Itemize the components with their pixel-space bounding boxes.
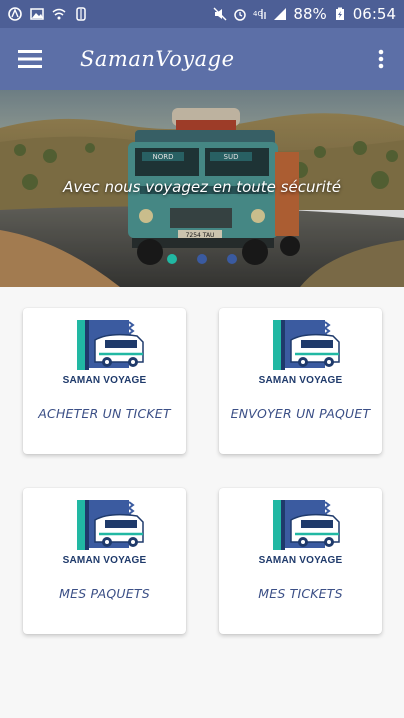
cell-signal-icon	[274, 8, 287, 20]
card-label: ENVOYER UN PAQUET	[230, 406, 371, 421]
carousel-dot-2[interactable]	[197, 254, 207, 264]
carousel-dot-1[interactable]	[167, 254, 177, 264]
battery-percent: 88%	[293, 5, 327, 23]
app-title: SamanVoyage	[80, 47, 235, 71]
wifi-notification-icon	[52, 8, 66, 20]
carousel-dot-3[interactable]	[227, 254, 237, 264]
saman-voyage-logo	[77, 320, 144, 370]
saman-voyage-logo	[273, 320, 340, 370]
clock: 06:54	[352, 5, 396, 23]
card-label: ACHETER UN TICKET	[38, 406, 171, 421]
alarm-icon	[234, 9, 247, 21]
card-label: MES PAQUETS	[59, 586, 150, 601]
hamburger-menu-icon	[18, 50, 42, 68]
basketball-notification-icon	[76, 7, 86, 21]
card-label: MES TICKETS	[258, 586, 343, 601]
banner-caption: Avec nous voyagez en toute sécurité	[63, 178, 341, 196]
app-bar: SamanVoyage	[0, 28, 404, 90]
battery-charging-icon	[335, 7, 344, 20]
card-mes-tickets[interactable]: SAMAN VOYAGE MES TICKETS	[219, 488, 382, 634]
card-acheter-ticket[interactable]: SAMAN VOYAGE ACHETER UN TICKET	[23, 308, 186, 454]
card-brand: SAMAN VOYAGE	[62, 375, 147, 386]
more-vertical-icon	[378, 49, 384, 69]
mute-icon	[213, 7, 227, 21]
banner-carousel[interactable]: NORD SUD 7254 TAU Avec nous voyagez en t…	[0, 90, 404, 287]
status-bar: 4G 88% 06:54	[0, 0, 404, 28]
app-notification-icon	[8, 7, 22, 21]
hamburger-menu-button[interactable]	[0, 28, 60, 90]
image-notification-icon	[30, 8, 44, 20]
card-brand: SAMAN VOYAGE	[258, 375, 343, 386]
saman-voyage-logo	[77, 500, 144, 550]
card-brand: SAMAN VOYAGE	[258, 555, 343, 566]
carousel-indicators	[0, 254, 404, 264]
card-envoyer-paquet[interactable]: SAMAN VOYAGE ENVOYER UN PAQUET	[219, 308, 382, 454]
saman-voyage-logo	[273, 500, 340, 550]
overflow-menu-button[interactable]	[358, 28, 404, 90]
card-brand: SAMAN VOYAGE	[62, 555, 147, 566]
card-mes-paquets[interactable]: SAMAN VOYAGE MES PAQUETS	[23, 488, 186, 634]
4g-signal-icon: 4G	[253, 9, 267, 19]
